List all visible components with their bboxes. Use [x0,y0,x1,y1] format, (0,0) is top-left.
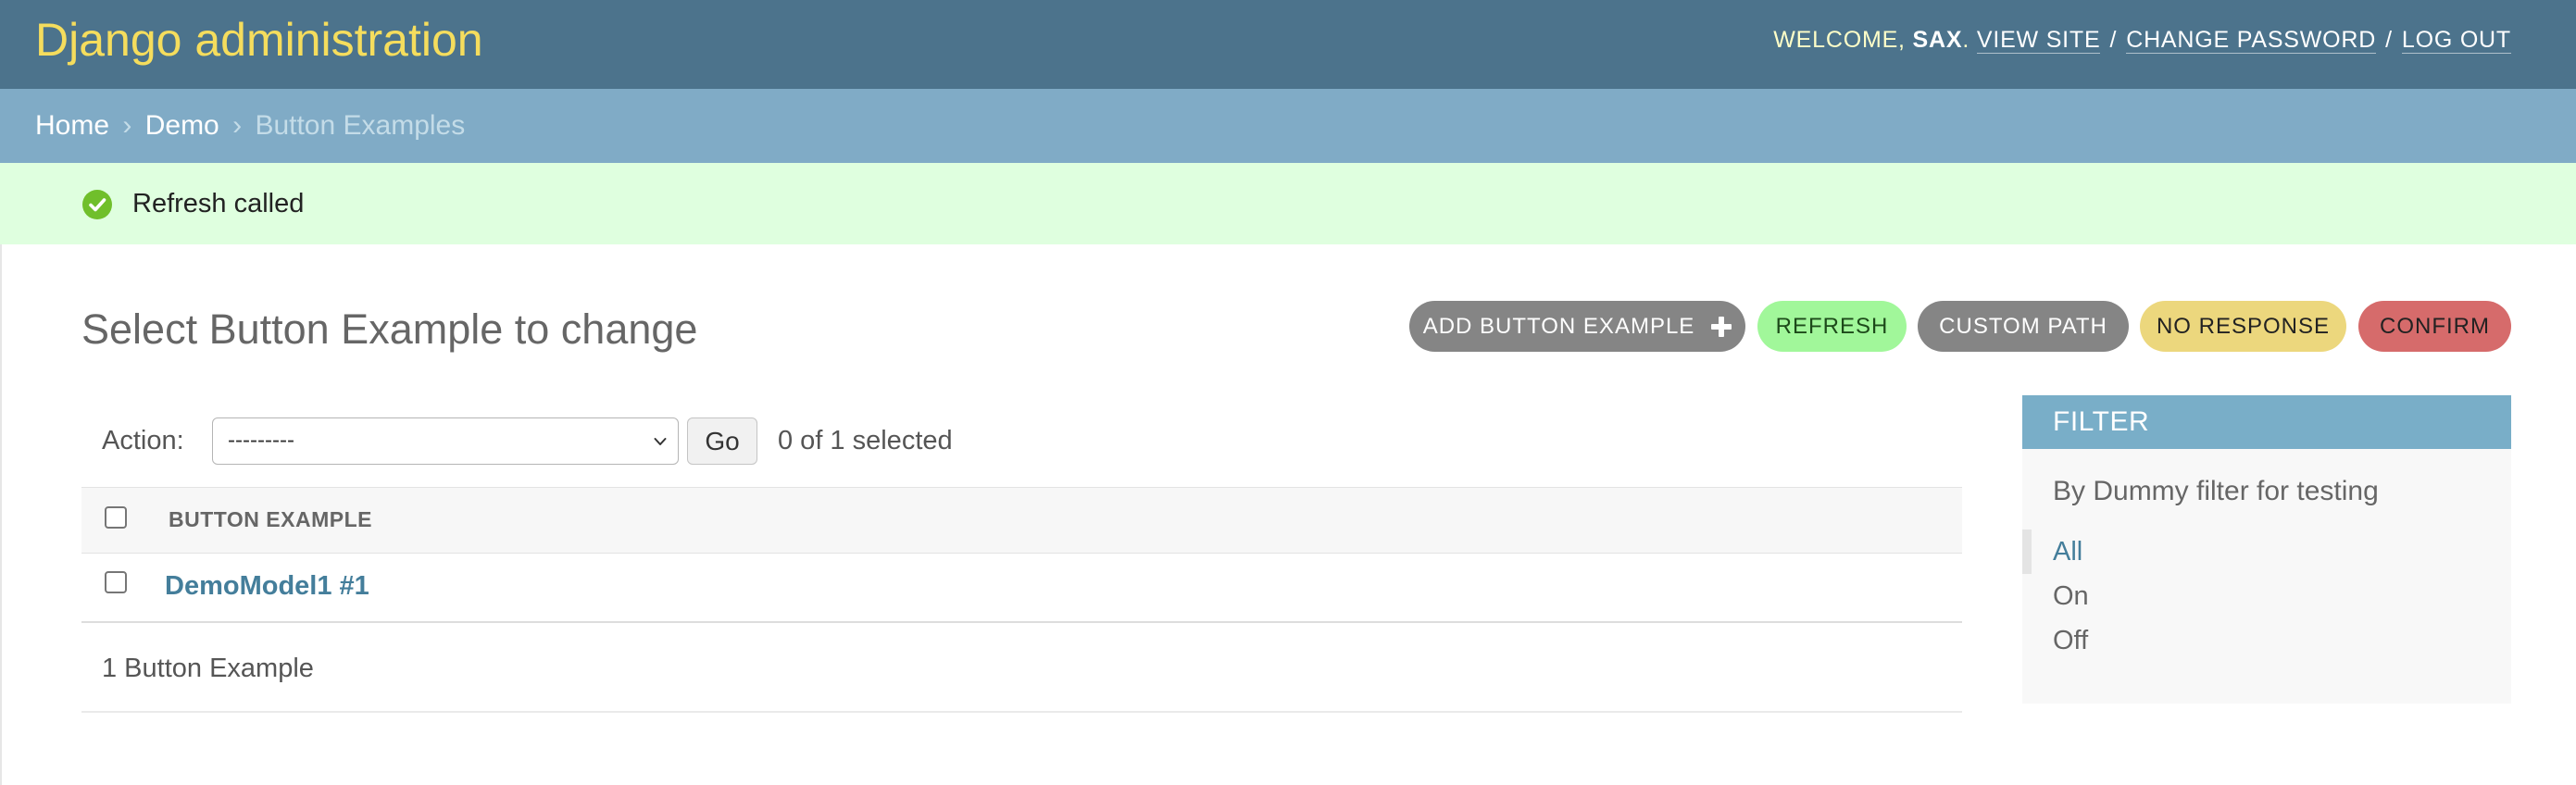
breadcrumb-home[interactable]: Home [35,110,109,141]
add-button-label: Add Button Example [1422,313,1695,339]
user-tools: Welcome, sax. View site / Change password /… [1773,24,2511,56]
paginator-count: 1 Button Example [102,654,314,683]
add-button-example-button[interactable]: Add Button Example [1409,301,1745,352]
page-title: Select Button Example to change [81,305,698,353]
custom-path-button[interactable]: Custom Path [1918,301,2129,352]
site-branding[interactable]: Django administration [35,13,483,67]
go-button[interactable]: Go [687,417,757,465]
welcome-period: . [1962,27,1970,53]
action-select-value: --------- [228,428,294,453]
filter-title: Filter [2022,395,2511,449]
breadcrumb-separator: › [232,110,243,141]
selected-filter-marker [2022,530,2032,574]
breadcrumb-current: Button Examples [255,110,466,141]
breadcrumb-separator: › [122,110,132,141]
message-text: Refresh called [132,189,305,218]
success-message-bar [0,163,2576,244]
log-out-link[interactable]: Log out [2401,27,2511,54]
select-all-checkbox[interactable] [105,506,127,529]
breadcrumb: Home › Demo › Button Examples [0,89,2576,163]
view-site-link[interactable]: View site [1976,27,2101,54]
column-header-button-example[interactable]: Button Example [169,505,372,533]
filter-subtitle: By Dummy filter for testing [2053,476,2379,506]
site-header: Django administration Welcome, sax. View… [0,0,2576,89]
table-row-link[interactable]: DemoModel1 #1 [165,568,369,604]
filter-option-on[interactable]: On [2053,578,2089,615]
welcome-text: Welcome, [1773,27,1906,53]
row-divider [81,621,1962,623]
user-tools-separator: / [2109,27,2118,53]
selection-counter: 0 of 1 selected [778,426,953,455]
action-label: Action: [102,426,184,455]
user-tools-separator: / [2385,27,2393,53]
row-checkbox[interactable] [105,571,127,593]
success-check-icon [82,190,112,219]
no-response-button[interactable]: No Response [2140,301,2346,352]
confirm-button[interactable]: Confirm [2358,301,2511,352]
change-password-link[interactable]: Change password [2126,27,2377,54]
plus-icon [1711,316,1732,337]
action-select[interactable]: --------- [212,417,679,465]
filter-option-all[interactable]: All [2053,533,2082,570]
content-left-border [0,244,2,785]
paginator-divider [81,711,1962,713]
chevron-down-icon [654,438,667,445]
breadcrumb-app[interactable]: Demo [145,110,219,141]
refresh-button[interactable]: Refresh [1757,301,1907,352]
filter-option-off[interactable]: Off [2053,622,2088,659]
username: sax [1912,27,1963,53]
